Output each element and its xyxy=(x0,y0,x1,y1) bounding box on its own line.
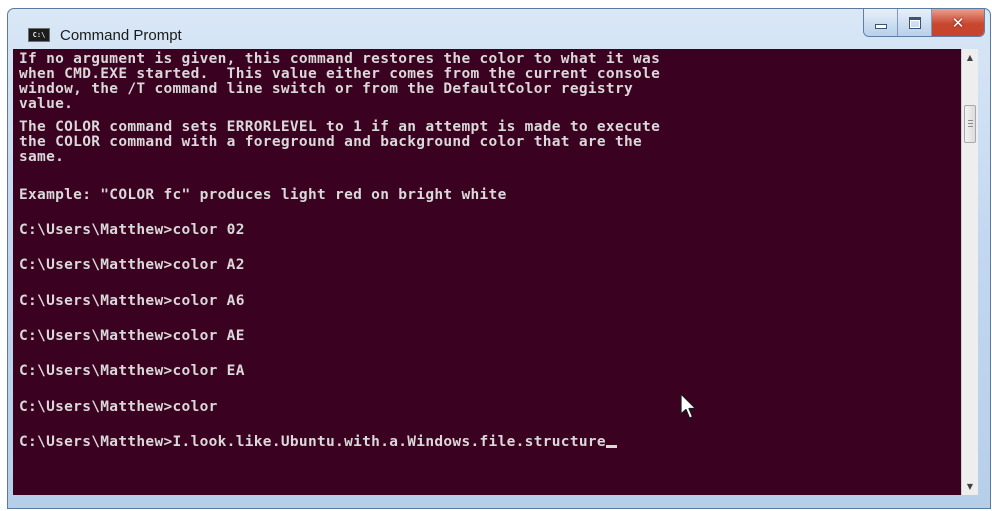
current-input-line[interactable]: C:\Users\Matthew>I.look.like.Ubuntu.with… xyxy=(19,435,617,450)
console-line: value. xyxy=(19,96,74,112)
thumb-grip xyxy=(968,126,973,127)
maximize-icon xyxy=(908,16,921,29)
prompt-line: C:\Users\Matthew>color EA xyxy=(19,363,245,379)
prompt-line: C:\Users\Matthew>color AE xyxy=(19,328,245,344)
console-line: If no argument is given, this command re… xyxy=(19,51,661,67)
thumb-grip xyxy=(968,123,973,124)
console-line: when CMD.EXE started. This value either … xyxy=(19,66,661,82)
mouse-pointer-icon xyxy=(680,393,697,419)
prompt-line: C:\Users\Matthew>color xyxy=(19,399,218,415)
thumb-grip xyxy=(968,120,973,121)
console-line: same. xyxy=(19,149,65,165)
console-line: The COLOR command sets ERRORLEVEL to 1 i… xyxy=(19,119,661,135)
text-cursor xyxy=(605,445,617,448)
minimize-button[interactable] xyxy=(864,9,898,36)
console-output[interactable]: If no argument is given, this command re… xyxy=(13,49,961,495)
vertical-scrollbar[interactable]: ▲ ▼ xyxy=(961,49,978,495)
scroll-down-arrow-icon[interactable]: ▼ xyxy=(962,478,978,495)
current-input-text: C:\Users\Matthew>I.look.like.Ubuntu.with… xyxy=(19,434,606,450)
console-app-icon[interactable]: C:\ xyxy=(28,28,50,42)
scroll-up-arrow-icon[interactable]: ▲ xyxy=(962,49,978,66)
console-line: Example: "COLOR fc" produces light red o… xyxy=(19,187,507,203)
caption-buttons: ✕ xyxy=(863,9,985,37)
console-line: window, the /T command line switch or fr… xyxy=(19,81,634,97)
prompt-line: C:\Users\Matthew>color A6 xyxy=(19,293,245,309)
maximize-button[interactable] xyxy=(898,9,932,36)
console-line: the COLOR command with a foreground and … xyxy=(19,134,643,150)
close-icon: ✕ xyxy=(951,13,965,32)
scrollbar-thumb[interactable] xyxy=(964,105,976,143)
prompt-line: C:\Users\Matthew>color 02 xyxy=(19,222,245,238)
prompt-line: C:\Users\Matthew>color A2 xyxy=(19,257,245,273)
window-title: Command Prompt xyxy=(60,27,182,44)
minimize-icon xyxy=(874,24,887,29)
close-button[interactable]: ✕ xyxy=(932,9,984,36)
